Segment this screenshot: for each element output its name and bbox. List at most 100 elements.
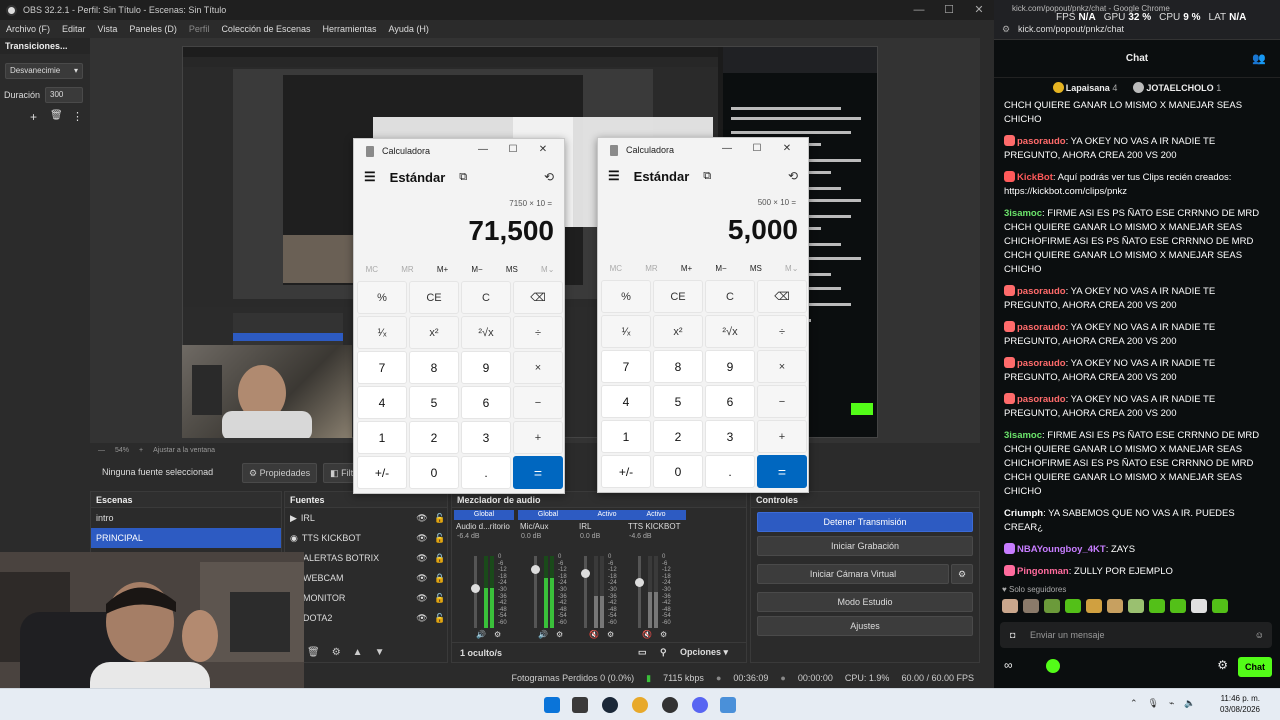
obs-icon[interactable] xyxy=(662,697,678,713)
volume-fader[interactable] xyxy=(581,556,590,628)
transition-type-select[interactable]: Desvanecimie ▾ xyxy=(5,63,83,79)
calc-key[interactable]: × xyxy=(513,351,563,384)
memory-key[interactable]: M+ xyxy=(681,264,692,273)
calc-key[interactable]: 7 xyxy=(601,350,651,383)
volume-fader[interactable] xyxy=(531,556,540,628)
minimize-icon[interactable]: — xyxy=(904,0,934,20)
source-item-alertas-botrix[interactable]: ALERTAS BOTRIX 👁 🔒 xyxy=(285,548,447,568)
calc-key[interactable]: ²√x xyxy=(461,316,511,349)
task-view-icon[interactable] xyxy=(572,697,588,713)
calc-key[interactable]: x² xyxy=(653,315,703,348)
calc-key[interactable]: 2 xyxy=(409,421,459,454)
gear-icon[interactable]: ⚙ xyxy=(556,630,563,639)
channel-name[interactable]: Mic/Aux xyxy=(518,520,578,533)
calc-key[interactable]: 8 xyxy=(409,351,459,384)
address-bar[interactable]: kick.com/popout/pnkz/chat xyxy=(1018,24,1124,34)
scene-item-principal[interactable]: PRINCIPAL xyxy=(91,528,281,548)
calc-key[interactable]: = xyxy=(513,456,563,489)
menu-view[interactable]: Vista xyxy=(92,24,124,34)
calc-key[interactable]: ²√x xyxy=(705,315,755,348)
source-item-monitor[interactable]: MONITOR 👁 🔓 xyxy=(285,588,447,608)
calc-key[interactable]: 9 xyxy=(461,351,511,384)
fader-knob[interactable] xyxy=(635,578,644,588)
chat-username[interactable]: pasoraudo xyxy=(1017,322,1066,333)
calc-key[interactable]: ⌫ xyxy=(757,280,807,313)
muted-speaker-icon[interactable]: 🔇 xyxy=(589,630,599,639)
close-icon[interactable]: ✕ xyxy=(964,0,994,20)
keep-on-top-icon[interactable]: ⧉ xyxy=(459,171,467,184)
chat-badge-icon[interactable]: ◘ xyxy=(1010,622,1015,648)
chat-username[interactable]: pasoraudo xyxy=(1017,286,1066,297)
fader-knob[interactable] xyxy=(471,584,480,594)
duration-input[interactable]: 300 xyxy=(45,87,83,103)
speaker-icon[interactable]: 🔊 xyxy=(476,630,486,639)
calc-key[interactable]: × xyxy=(757,350,807,383)
chat-username[interactable]: 3isamoc xyxy=(1004,430,1042,441)
keep-on-top-icon[interactable]: ⧉ xyxy=(703,170,711,183)
calc-key[interactable]: 7 xyxy=(357,351,407,384)
calc-key[interactable]: 4 xyxy=(357,386,407,419)
calculator-taskbar-icon[interactable] xyxy=(720,697,736,713)
volume-fader[interactable] xyxy=(635,556,644,628)
maximize-icon[interactable]: ☐ xyxy=(742,143,772,154)
zoom-in-icon[interactable]: + xyxy=(139,447,143,454)
minimize-icon[interactable]: — xyxy=(712,143,742,154)
zoom-out-icon[interactable]: — xyxy=(98,447,105,454)
calc-key[interactable]: x² xyxy=(409,316,459,349)
calc-key[interactable]: ¹⁄ₓ xyxy=(357,316,407,349)
calc-key[interactable]: ⌫ xyxy=(513,281,563,314)
kickbot-icon[interactable]: ∞ xyxy=(1004,658,1013,672)
calc-key[interactable]: 0 xyxy=(409,456,459,489)
calc-key[interactable]: 6 xyxy=(461,386,511,419)
calc-key[interactable]: − xyxy=(513,386,563,419)
chat-username[interactable]: pasoraudo xyxy=(1017,358,1066,369)
gear-icon[interactable]: ⚙ xyxy=(332,647,341,658)
memory-key[interactable]: MC xyxy=(610,264,622,273)
stop-streaming-button[interactable]: Detener Transmisión xyxy=(757,512,973,532)
calc-key[interactable]: 4 xyxy=(601,385,651,418)
chat-username[interactable]: KickBot xyxy=(1017,172,1053,183)
chat-username[interactable]: pasoraudo xyxy=(1017,136,1066,147)
emote-icon[interactable] xyxy=(1212,599,1228,613)
menu-tools[interactable]: Herramientas xyxy=(317,24,383,34)
add-icon[interactable]: + xyxy=(30,110,37,124)
calc-key[interactable]: 5 xyxy=(653,385,703,418)
volume-fader[interactable] xyxy=(471,556,480,628)
calc-key[interactable]: 6 xyxy=(705,385,755,418)
emote-icon[interactable] xyxy=(1086,599,1102,613)
menu-profile[interactable]: Perfil xyxy=(183,24,216,34)
mic-icon[interactable]: 🎙 xyxy=(1148,698,1159,709)
clock[interactable]: 11:46 p. m. 03/08/2026 xyxy=(1208,693,1260,715)
start-recording-button[interactable]: Iniciar Grabación xyxy=(757,536,973,556)
unlock-icon[interactable]: 🔓 xyxy=(433,613,447,624)
memory-key[interactable]: MS xyxy=(506,265,518,274)
minimize-icon[interactable]: — xyxy=(468,144,498,155)
source-item-webcam[interactable]: WEBCAM 👁 🔒 xyxy=(285,568,447,588)
discord-icon[interactable] xyxy=(692,697,708,713)
options-button[interactable]: Opciones ▾ xyxy=(680,647,728,658)
kick-logo-icon[interactable] xyxy=(1046,659,1060,673)
calc-key[interactable]: CE xyxy=(653,280,703,313)
gear-icon[interactable]: ⚙ xyxy=(1217,658,1228,672)
memory-key[interactable]: MR xyxy=(645,264,657,273)
gear-icon[interactable]: ⚙ xyxy=(607,630,614,639)
eye-icon[interactable]: 👁 xyxy=(415,613,429,624)
emote-icon[interactable] xyxy=(1191,599,1207,613)
calc-key[interactable]: % xyxy=(601,280,651,313)
muted-speaker-icon[interactable]: 🔇 xyxy=(642,630,652,639)
trash-icon[interactable]: 🗑 xyxy=(50,110,63,121)
calc-key[interactable]: = xyxy=(757,455,807,488)
fader-knob[interactable] xyxy=(531,565,540,575)
source-item-dota2[interactable]: DOTA2 👁 🔓 xyxy=(285,608,447,628)
emote-icon[interactable] xyxy=(1065,599,1081,613)
menu-scene-collection[interactable]: Colección de Escenas xyxy=(215,24,316,34)
calc-key[interactable]: . xyxy=(705,455,755,488)
menu-docks[interactable]: Paneles (D) xyxy=(123,24,183,34)
maximize-icon[interactable]: ☐ xyxy=(934,0,964,20)
calc-key[interactable]: 9 xyxy=(705,350,755,383)
gear-icon[interactable]: ⚙ xyxy=(951,564,973,584)
source-item-irl[interactable]: ▶ IRL 👁 🔓 xyxy=(285,508,447,528)
close-icon[interactable]: ✕ xyxy=(528,144,558,155)
chat-username[interactable]: Pingonman xyxy=(1017,566,1069,576)
calc-key[interactable]: 8 xyxy=(653,350,703,383)
